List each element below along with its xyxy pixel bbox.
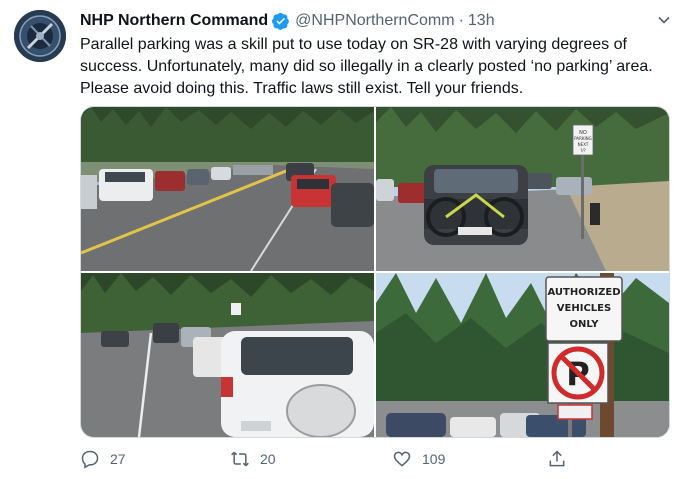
- share-button[interactable]: [547, 446, 577, 472]
- photo-4[interactable]: AUTHORIZED VEHICLES ONLY P: [376, 273, 669, 437]
- no-parking-sign-line-4: ?/?: [580, 148, 586, 153]
- suv-no-parking-photo: NO PARKING NEXT ?/?: [376, 107, 669, 271]
- photo-2[interactable]: NO PARKING NEXT ?/?: [376, 107, 669, 271]
- user-handle[interactable]: @NHPNorthernComm: [295, 12, 454, 30]
- roadside-parking-photo: [81, 107, 374, 271]
- authorized-vehicles-sign-photo: AUTHORIZED VEHICLES ONLY P: [376, 273, 669, 437]
- avatar[interactable]: [14, 10, 66, 62]
- timestamp[interactable]: 13h: [468, 12, 495, 30]
- photo-3[interactable]: [81, 273, 374, 437]
- retweet-icon: [231, 451, 249, 467]
- photo-1[interactable]: [81, 107, 374, 271]
- chevron-down-icon[interactable]: [654, 10, 674, 30]
- sign-line-vehicles: VEHICLES: [557, 303, 611, 314]
- sign-line-only: ONLY: [570, 319, 600, 330]
- media-grid: NO PARKING NEXT ?/? AUTHORIZED VEHICLES …: [80, 106, 670, 438]
- verified-badge-icon: [272, 12, 290, 30]
- white-suv-photo: [81, 273, 374, 437]
- heart-icon: [393, 451, 411, 467]
- nhp-badge-avatar-icon: [14, 10, 66, 62]
- retweet-button[interactable]: 20: [230, 446, 276, 472]
- display-name[interactable]: NHP Northern Command: [80, 12, 268, 30]
- no-parking-sign-line-2: PARKING: [574, 136, 592, 141]
- reply-count: 27: [110, 451, 126, 467]
- reply-icon: [81, 450, 99, 469]
- share-icon: [549, 450, 565, 467]
- tweet-header: NHP Northern Command @NHPNorthernComm · …: [80, 9, 667, 33]
- like-button[interactable]: 109: [392, 446, 445, 472]
- like-count: 109: [422, 451, 446, 467]
- sign-line-authorized: AUTHORIZED: [547, 287, 620, 298]
- reply-button[interactable]: 27: [80, 446, 126, 472]
- header-separator: ·: [458, 12, 464, 29]
- no-parking-sign-line-3: NEXT: [578, 142, 589, 147]
- tweet-text: Parallel parking was a skill put to use …: [80, 36, 653, 97]
- retweet-count: 20: [260, 451, 276, 467]
- tweet-actions: 27 20 109: [80, 446, 580, 472]
